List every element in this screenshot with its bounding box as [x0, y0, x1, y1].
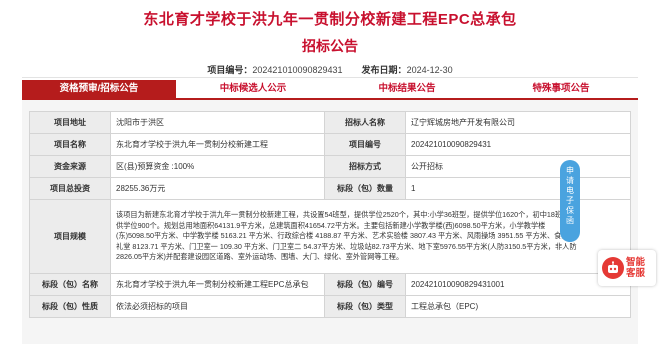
project-no-cell-value: 202421010090829431 — [405, 133, 631, 156]
smart-service-label: 智能 客服 — [626, 257, 646, 279]
section-type-value: 工程总承包（EPC) — [405, 295, 631, 318]
table-row: 项目规模 该项目为新建东北育才学校于洪九年一贯制分校新建工程，共设置54班型，提… — [29, 199, 631, 274]
tab-award-result[interactable]: 中标结果公告 — [330, 80, 484, 98]
section-name-value: 东北育才学校于洪九年一贯制分校新建工程EPC总承包 — [110, 273, 325, 296]
tender-method-value: 公开招标 — [405, 155, 631, 178]
project-info-table: 项目地址 沈阳市于洪区 招标人名称 辽宁辉城房地产开发有限公司 项目名称 东北育… — [29, 111, 631, 318]
section-count-value: 1 — [405, 177, 631, 200]
badge-char: 保 — [566, 206, 574, 215]
investment-value: 28255.36万元 — [110, 177, 325, 200]
section-nature-label: 标段（包）性质 — [29, 295, 111, 318]
divider — [22, 77, 638, 78]
section-no-label: 标段（包）编号 — [324, 273, 406, 296]
date-value: 2024-12-30 — [406, 65, 453, 75]
badge-char: 请 — [566, 176, 574, 185]
section-name-label: 标段（包）名称 — [29, 273, 111, 296]
fund-source-value: 区(县)预算资金 :100% — [110, 155, 325, 178]
table-row: 资金来源 区(县)预算资金 :100% 招标方式 公开招标 — [29, 155, 631, 178]
date-label: 发布日期： — [361, 65, 407, 75]
badge-char: 申 — [566, 166, 574, 175]
project-name-value: 东北育才学校于洪九年一贯制分校新建工程 — [110, 133, 325, 156]
location-value: 沈阳市于洪区 — [110, 111, 325, 134]
section-no-value: 202421010090829431001 — [405, 273, 631, 296]
location-label: 项目地址 — [29, 111, 111, 134]
page-title: 东北育才学校于洪九年一贯制分校新建工程EPC总承包 — [143, 11, 517, 28]
table-row: 项目名称 东北育才学校于洪九年一贯制分校新建工程 项目编号 2024210100… — [29, 133, 631, 156]
table-row: 项目总投资 28255.36万元 标段（包）数量 1 — [29, 177, 631, 200]
page-subtitle: 招标公告 — [302, 38, 358, 54]
tab-special-matters[interactable]: 特殊事项公告 — [484, 80, 638, 98]
section-type-label: 标段（包）类型 — [324, 295, 406, 318]
project-no-cell-label: 项目编号 — [324, 133, 406, 156]
section-nature-value: 依法必须招标的项目 — [110, 295, 325, 318]
smart-service-button[interactable]: 智能 客服 — [598, 250, 656, 286]
tab-candidate-publicity[interactable]: 中标候选人公示 — [176, 80, 330, 98]
scale-value: 该项目为新建东北育才学校于洪九年一贯制分校新建工程，共设置54班型，提供学位25… — [110, 199, 631, 274]
tender-method-label: 招标方式 — [324, 155, 406, 178]
badge-char: 函 — [566, 216, 574, 225]
badge-char: 电 — [566, 186, 574, 195]
project-name-label: 项目名称 — [29, 133, 111, 156]
robot-icon — [602, 257, 624, 279]
tab-prequal-announcement[interactable]: 资格预审/招标公告 — [22, 80, 176, 98]
table-row: 标段（包）性质 依法必须招标的项目 标段（包）类型 工程总承包（EPC) — [29, 295, 631, 318]
announcement-tabs: 资格预审/招标公告 中标候选人公示 中标结果公告 特殊事项公告 — [22, 80, 638, 100]
e-guarantee-badge[interactable]: 申 请 电 子 保 函 — [560, 160, 580, 242]
tenderer-value: 辽宁辉城房地产开发有限公司 — [405, 111, 631, 134]
badge-char: 子 — [566, 196, 574, 205]
scale-label: 项目规模 — [29, 199, 111, 274]
table-row: 项目地址 沈阳市于洪区 招标人名称 辽宁辉城房地产开发有限公司 — [29, 111, 631, 134]
section-count-label: 标段（包）数量 — [324, 177, 406, 200]
project-no-value: 202421010090829431 — [252, 65, 343, 75]
fund-source-label: 资金来源 — [29, 155, 111, 178]
meta-line: 项目编号：202421010090829431 发布日期：2024-12-30 — [0, 63, 660, 76]
tenderer-label: 招标人名称 — [324, 111, 406, 134]
table-row: 标段（包）名称 东北育才学校于洪九年一贯制分校新建工程EPC总承包 标段（包）编… — [29, 273, 631, 296]
investment-label: 项目总投资 — [29, 177, 111, 200]
project-no-label: 项目编号： — [207, 65, 253, 75]
